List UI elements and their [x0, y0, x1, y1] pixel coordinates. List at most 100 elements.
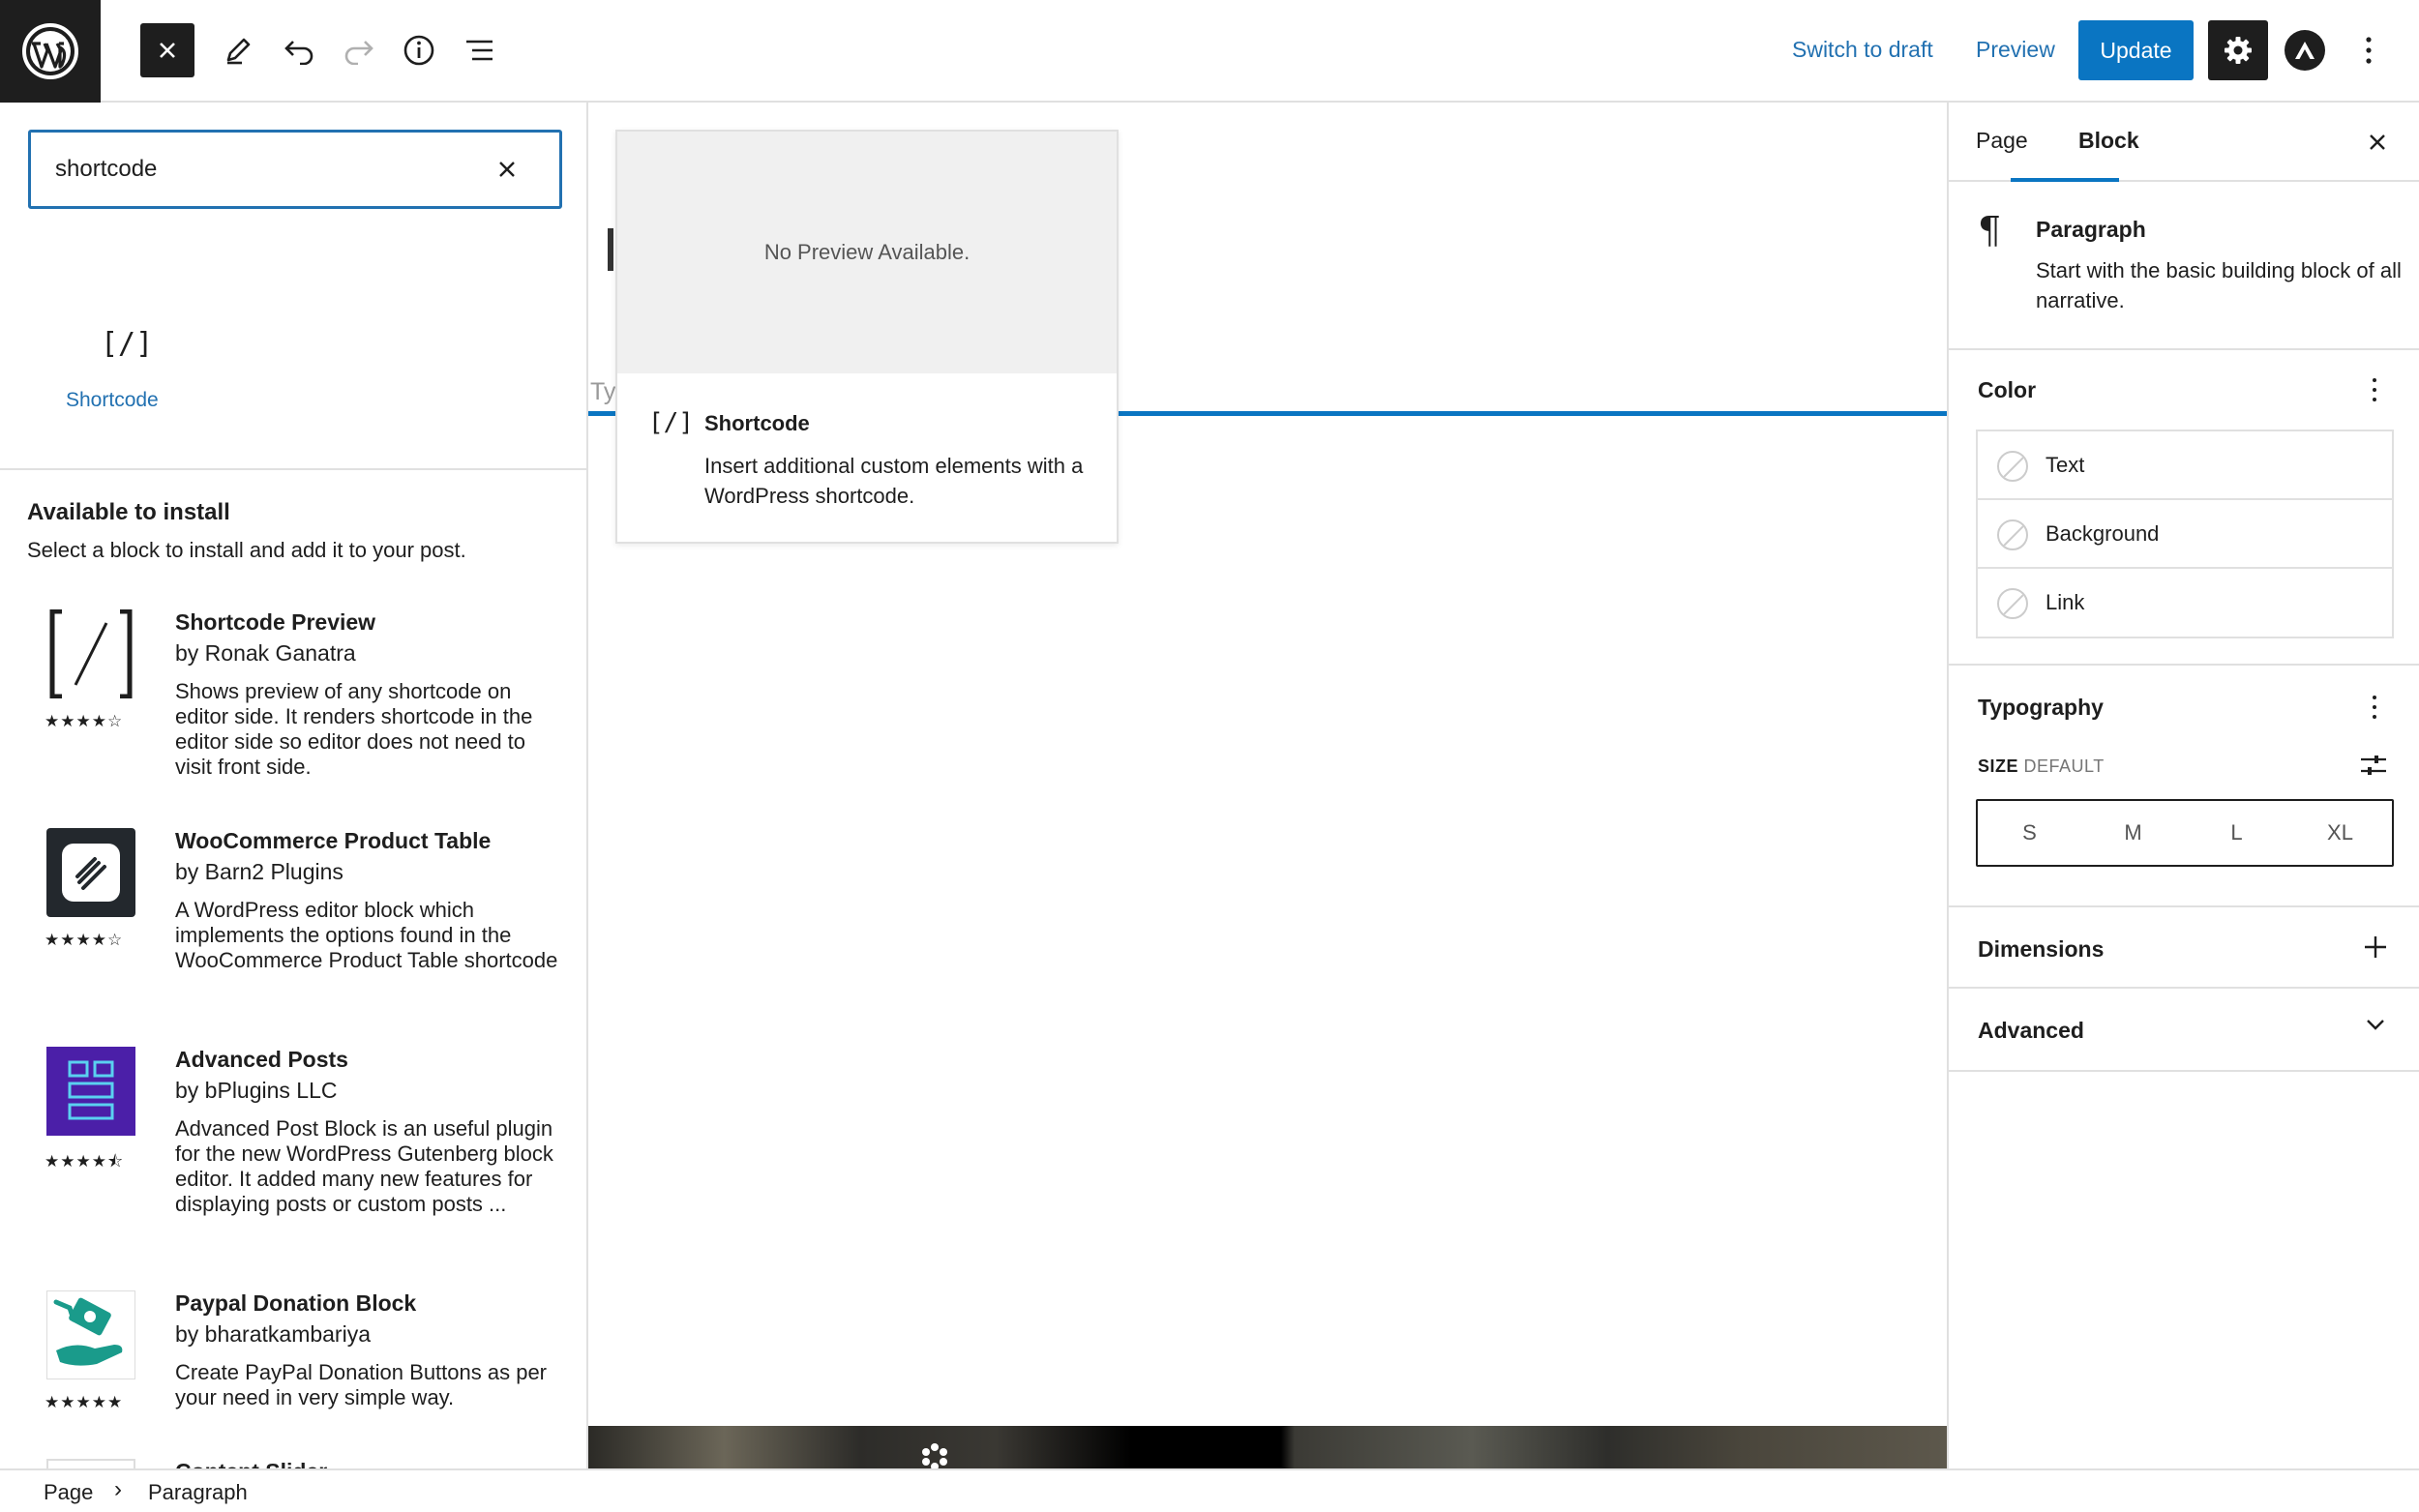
options-button[interactable]: [2359, 29, 2378, 72]
block-inserter-panel: [/] Shortcode Available to install Selec…: [0, 103, 588, 1468]
sliders-icon: [2361, 756, 2386, 775]
paypal-donation-plugin-icon: [45, 1290, 136, 1380]
update-button[interactable]: Update: [2078, 20, 2194, 80]
wordpress-logo[interactable]: [0, 0, 101, 103]
block-search-input[interactable]: [55, 133, 481, 206]
close-icon: [160, 43, 175, 58]
tab-page[interactable]: Page: [1976, 128, 2028, 154]
font-size-s[interactable]: S: [1978, 801, 2081, 865]
preview-link[interactable]: Preview: [1976, 37, 2055, 63]
available-to-install-heading: Available to install: [27, 499, 230, 525]
info-icon: [403, 35, 434, 66]
plugin-author: by Ronak Ganatra: [175, 640, 356, 666]
color-swatch-icon: [1997, 451, 2028, 482]
wordpress-logo-icon: [22, 23, 78, 79]
close-icon: [2370, 134, 2385, 150]
settings-button[interactable]: [2208, 20, 2268, 80]
switch-to-draft-link[interactable]: Switch to draft: [1792, 37, 1933, 63]
color-panel-heading: Color: [1978, 377, 2037, 402]
editor-toolbar: Switch to draft Preview Update: [0, 0, 2419, 103]
close-icon: [499, 162, 515, 177]
block-breadcrumb: Page › Paragraph: [0, 1468, 2419, 1512]
block-preview-area: No Preview Available.: [617, 132, 1117, 373]
close-inserter-button[interactable]: [140, 23, 194, 77]
list-view-button[interactable]: [453, 23, 507, 77]
settings-sidebar: Page Block ¶ Paragraph Start with the ba…: [1947, 103, 2419, 1468]
tools-button[interactable]: [211, 23, 265, 77]
custom-size-button[interactable]: [2359, 753, 2388, 778]
woocommerce-product-table-plugin-icon: [46, 828, 135, 917]
editor-canvas: Ty No Preview Available. [/] Shortcode I…: [588, 103, 1947, 1468]
tab-block[interactable]: Block: [2078, 128, 2139, 154]
plugin-rating-stars: ★★★★★: [45, 1393, 124, 1411]
divider: [0, 468, 586, 470]
block-card-title: Paragraph: [2036, 217, 2146, 242]
breadcrumb-paragraph[interactable]: Paragraph: [148, 1480, 248, 1505]
color-background-item[interactable]: Background: [1978, 500, 2392, 569]
dimensions-panel-heading[interactable]: Dimensions: [1978, 936, 2104, 963]
astra-settings-button[interactable]: [2285, 30, 2325, 71]
paragraph-icon: ¶: [1978, 209, 2002, 252]
plugin-name: Shortcode Preview: [175, 609, 376, 635]
plugin-rating-stars: ★★★★☆: [45, 931, 124, 949]
color-swatch-icon: [1997, 519, 2028, 550]
plugin-name: WooCommerce Product Table: [175, 828, 492, 853]
plugin-rating-stars: ★★★★☆: [45, 712, 124, 730]
color-text-item[interactable]: Text: [1978, 431, 2392, 500]
plus-icon: [2365, 936, 2386, 958]
plugin-rating-stars: ★★★★⯪: [45, 1152, 125, 1171]
post-title-partial: [608, 228, 613, 271]
block-card: ¶ Paragraph Start with the basic buildin…: [1949, 182, 2419, 350]
color-swatch-icon: [1997, 588, 2028, 619]
more-vertical-icon: [2366, 37, 2372, 64]
undo-button[interactable]: [272, 23, 326, 77]
color-options-button[interactable]: [2371, 375, 2378, 404]
plugin-author: by bharatkambariya: [175, 1321, 371, 1347]
close-sidebar-button[interactable]: [2363, 128, 2392, 157]
plugin-description: A WordPress editor block which implement…: [175, 898, 558, 972]
preview-block-description: Insert additional custom elements with a…: [704, 454, 1084, 508]
color-item-label: Background: [2046, 521, 2160, 546]
color-link-item[interactable]: Link: [1978, 569, 2392, 637]
advanced-posts-plugin-icon: [46, 1047, 135, 1136]
shortcode-block-icon[interactable]: [/]: [101, 327, 153, 361]
font-size-xl[interactable]: XL: [2288, 801, 2392, 865]
plugin-name: Content Slider: [175, 1459, 327, 1468]
details-button[interactable]: [392, 23, 446, 77]
plugin-description: Advanced Post Block is an useful plugin …: [175, 1116, 553, 1216]
color-item-label: Text: [2046, 453, 2085, 477]
divider: [1949, 905, 2419, 907]
pencil-icon: [226, 38, 251, 65]
shortcode-block-label[interactable]: Shortcode: [66, 389, 159, 412]
plugin-icon: [46, 1459, 135, 1468]
color-settings-list: Text Background Link: [1976, 430, 2394, 638]
preview-block-title: Shortcode: [704, 411, 810, 435]
clear-search-button[interactable]: [493, 156, 521, 183]
redo-icon: [344, 41, 373, 65]
plugin-description: Create PayPal Donation Buttons as per yo…: [175, 1360, 548, 1409]
block-search-box: [28, 130, 562, 209]
advanced-toggle[interactable]: [2365, 1018, 2386, 1031]
shortcode-preview-plugin-icon: [46, 608, 135, 699]
dimensions-add-button[interactable]: [2363, 934, 2388, 960]
available-to-install-subtitle: Select a block to install and add it to …: [27, 538, 466, 562]
font-size-label: SIZE DEFAULT: [1978, 756, 2105, 777]
font-size-l[interactable]: L: [2185, 801, 2288, 865]
plugin-description: Shows preview of any shortcode on editor…: [175, 679, 533, 779]
gear-icon: [2225, 37, 2252, 64]
plugin-author: by Barn2 Plugins: [175, 859, 343, 884]
typography-options-button[interactable]: [2371, 693, 2378, 722]
chevron-down-icon: [2367, 1020, 2384, 1030]
flower-icon: [922, 1443, 947, 1468]
breadcrumb-separator: ›: [114, 1476, 122, 1502]
block-preview-popover: No Preview Available. [/] Shortcode Inse…: [615, 130, 1119, 544]
advanced-panel-heading[interactable]: Advanced: [1978, 1018, 2084, 1044]
breadcrumb-page[interactable]: Page: [44, 1480, 93, 1505]
font-size-m[interactable]: M: [2081, 801, 2185, 865]
shortcode-icon: [/]: [648, 408, 694, 437]
font-size-value: DEFAULT: [2023, 756, 2105, 776]
list-view-icon: [466, 40, 493, 61]
redo-button[interactable]: [332, 23, 386, 77]
paragraph-placeholder[interactable]: Ty: [590, 378, 615, 406]
block-card-description: Start with the basic building block of a…: [2036, 258, 2402, 312]
